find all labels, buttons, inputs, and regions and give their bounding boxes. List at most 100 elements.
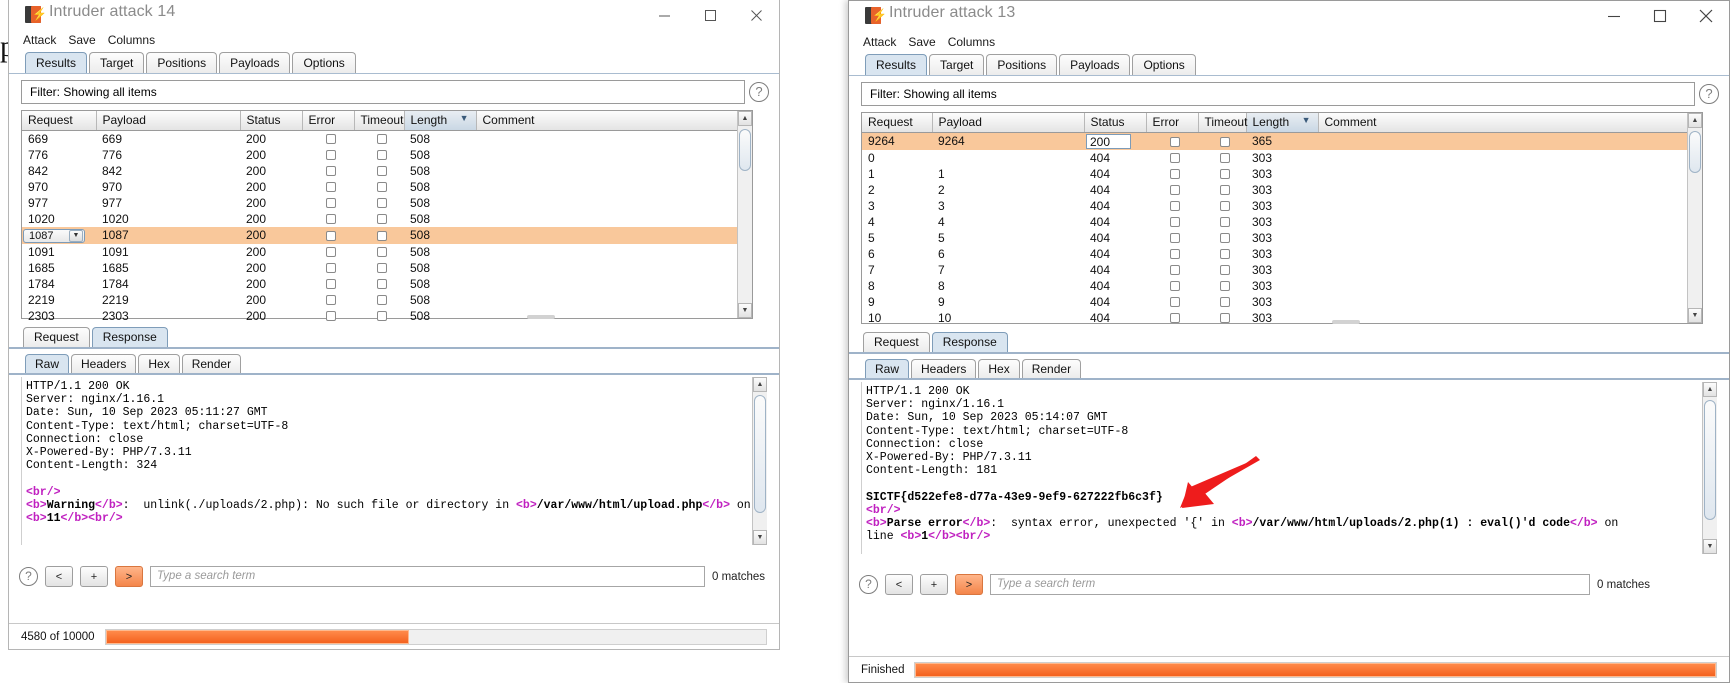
error-checkbox[interactable] — [1169, 201, 1180, 212]
error-checkbox[interactable] — [1169, 169, 1180, 180]
col-status-right[interactable]: Status — [1084, 113, 1147, 133]
search-help-icon-right[interactable]: ? — [859, 575, 878, 594]
error-checkbox[interactable] — [1169, 313, 1180, 324]
scroll-thumb-left[interactable] — [739, 129, 751, 171]
col-timeout-left[interactable]: Timeout — [354, 111, 405, 131]
request-combo[interactable]: 1087 ▼ — [23, 228, 85, 243]
error-checkbox[interactable] — [325, 311, 336, 322]
tab-target-right[interactable]: Target — [929, 54, 985, 75]
menu-attack-right[interactable]: Attack — [863, 35, 896, 49]
cell-error-checkbox[interactable] — [302, 130, 354, 147]
search-input-left[interactable]: Type a search term — [150, 566, 705, 587]
response-scrollbar-left[interactable]: ▲ ▼ — [752, 377, 767, 545]
cell-error-checkbox[interactable] — [302, 211, 354, 227]
table-row[interactable]: 2 2 404 303 — [862, 182, 1702, 198]
scroll-up-button-left[interactable]: ▲ — [738, 111, 752, 126]
search-next-button-left[interactable]: > — [115, 566, 143, 587]
menu-columns-left[interactable]: Columns — [108, 33, 155, 47]
error-checkbox[interactable] — [1169, 217, 1180, 228]
col-request-left[interactable]: Request — [22, 111, 97, 131]
error-checkbox[interactable] — [1169, 185, 1180, 196]
table-row[interactable]: 7 7 404 303 — [862, 262, 1702, 278]
table-row[interactable]: 842 842 200 508 — [22, 163, 752, 179]
scroll-down-button-right[interactable]: ▼ — [1688, 308, 1702, 323]
minimize-button-left[interactable] — [641, 0, 687, 30]
col-timeout-right[interactable]: Timeout — [1198, 113, 1247, 133]
cell-timeout-checkbox[interactable] — [1198, 166, 1246, 182]
table-row[interactable]: 1 1 404 303 — [862, 166, 1702, 182]
cell-error-checkbox[interactable] — [1146, 310, 1198, 326]
cell-error-checkbox[interactable] — [1146, 166, 1198, 182]
timeout-checkbox[interactable] — [1219, 249, 1230, 260]
scroll-down-button-left[interactable]: ▼ — [738, 303, 752, 318]
tab-raw-left[interactable]: Raw — [25, 354, 70, 373]
error-checkbox[interactable] — [325, 214, 336, 225]
col-comment-right[interactable]: Comment — [1318, 113, 1702, 133]
table-row[interactable]: 977 977 200 508 — [22, 195, 752, 211]
table-scrollbar-right[interactable]: ▲ ▼ — [1687, 113, 1702, 323]
table-row[interactable]: 4 4 404 303 — [862, 214, 1702, 230]
timeout-checkbox[interactable] — [1219, 281, 1230, 292]
cell-error-checkbox[interactable] — [1146, 262, 1198, 278]
timeout-checkbox[interactable] — [1219, 185, 1230, 196]
timeout-checkbox[interactable] — [376, 263, 387, 274]
table-row[interactable]: 1020 1020 200 508 — [22, 211, 752, 227]
response-viewer-right[interactable]: HTTP/1.1 200 OK Server: nginx/1.16.1 Dat… — [861, 382, 1717, 554]
cell-timeout-checkbox[interactable] — [1198, 230, 1246, 246]
timeout-checkbox[interactable] — [376, 182, 387, 193]
table-row[interactable]: 669 669 200 508 — [22, 130, 752, 147]
cell-error-checkbox[interactable] — [1146, 150, 1198, 166]
error-checkbox[interactable] — [1169, 136, 1180, 147]
timeout-checkbox[interactable] — [1219, 265, 1230, 276]
tab-options-right[interactable]: Options — [1132, 54, 1196, 75]
table-row[interactable]: 1091 1091 200 508 — [22, 244, 752, 260]
table-row[interactable]: 1784 1784 200 508 — [22, 276, 752, 292]
search-add-button-right[interactable]: + — [920, 574, 948, 595]
error-checkbox[interactable] — [325, 263, 336, 274]
response-scroll-up-left[interactable]: ▲ — [753, 377, 767, 392]
table-row[interactable]: 5 5 404 303 — [862, 230, 1702, 246]
search-prev-button-left[interactable]: < — [45, 566, 73, 587]
cell-timeout-checkbox[interactable] — [354, 195, 404, 211]
col-payload-left[interactable]: Payload — [96, 111, 241, 131]
cell-timeout-checkbox[interactable] — [1198, 310, 1246, 326]
tab-positions-right[interactable]: Positions — [986, 54, 1058, 75]
error-checkbox[interactable] — [325, 150, 336, 161]
cell-timeout-checkbox[interactable] — [1198, 246, 1246, 262]
table-row[interactable]: 9264 9264 200 365 — [862, 132, 1702, 150]
col-error-left[interactable]: Error — [302, 111, 355, 131]
timeout-checkbox[interactable] — [1219, 153, 1230, 164]
cell-error-checkbox[interactable] — [302, 308, 354, 324]
cell-timeout-checkbox[interactable] — [354, 260, 404, 276]
timeout-checkbox[interactable] — [376, 166, 387, 177]
response-scrollbar-right[interactable]: ▲ ▼ — [1702, 382, 1717, 554]
table-row[interactable]: 1087 ▼ 1087 200 508 — [22, 226, 752, 244]
menu-save-left[interactable]: Save — [68, 33, 95, 47]
error-checkbox[interactable] — [325, 247, 336, 258]
table-row[interactable]: 6 6 404 303 — [862, 246, 1702, 262]
hscroll-nub-right[interactable] — [1332, 320, 1360, 324]
cell-timeout-checkbox[interactable] — [1198, 132, 1246, 150]
timeout-checkbox[interactable] — [376, 198, 387, 209]
col-length-left[interactable]: Length ▼ — [404, 111, 477, 131]
timeout-checkbox[interactable] — [376, 214, 387, 225]
cell-error-checkbox[interactable] — [1146, 198, 1198, 214]
cell-timeout-checkbox[interactable] — [354, 244, 404, 260]
scroll-thumb-right[interactable] — [1689, 131, 1701, 173]
table-row[interactable]: 970 970 200 508 — [22, 179, 752, 195]
tab-render-right[interactable]: Render — [1021, 359, 1082, 378]
menu-columns-right[interactable]: Columns — [948, 35, 995, 49]
search-add-button-left[interactable]: + — [80, 566, 108, 587]
col-status-left[interactable]: Status — [240, 111, 303, 131]
timeout-checkbox[interactable] — [1219, 136, 1230, 147]
hscroll-nub-left[interactable] — [527, 315, 555, 319]
col-comment-left[interactable]: Comment — [476, 111, 752, 131]
tab-headers-right[interactable]: Headers — [911, 359, 977, 378]
tab-response-left[interactable]: Response — [91, 327, 168, 347]
minimize-button-right[interactable] — [1591, 1, 1637, 31]
col-error-right[interactable]: Error — [1146, 113, 1199, 133]
error-checkbox[interactable] — [1169, 281, 1180, 292]
timeout-checkbox[interactable] — [376, 247, 387, 258]
error-checkbox[interactable] — [325, 182, 336, 193]
tab-positions-left[interactable]: Positions — [146, 52, 218, 73]
